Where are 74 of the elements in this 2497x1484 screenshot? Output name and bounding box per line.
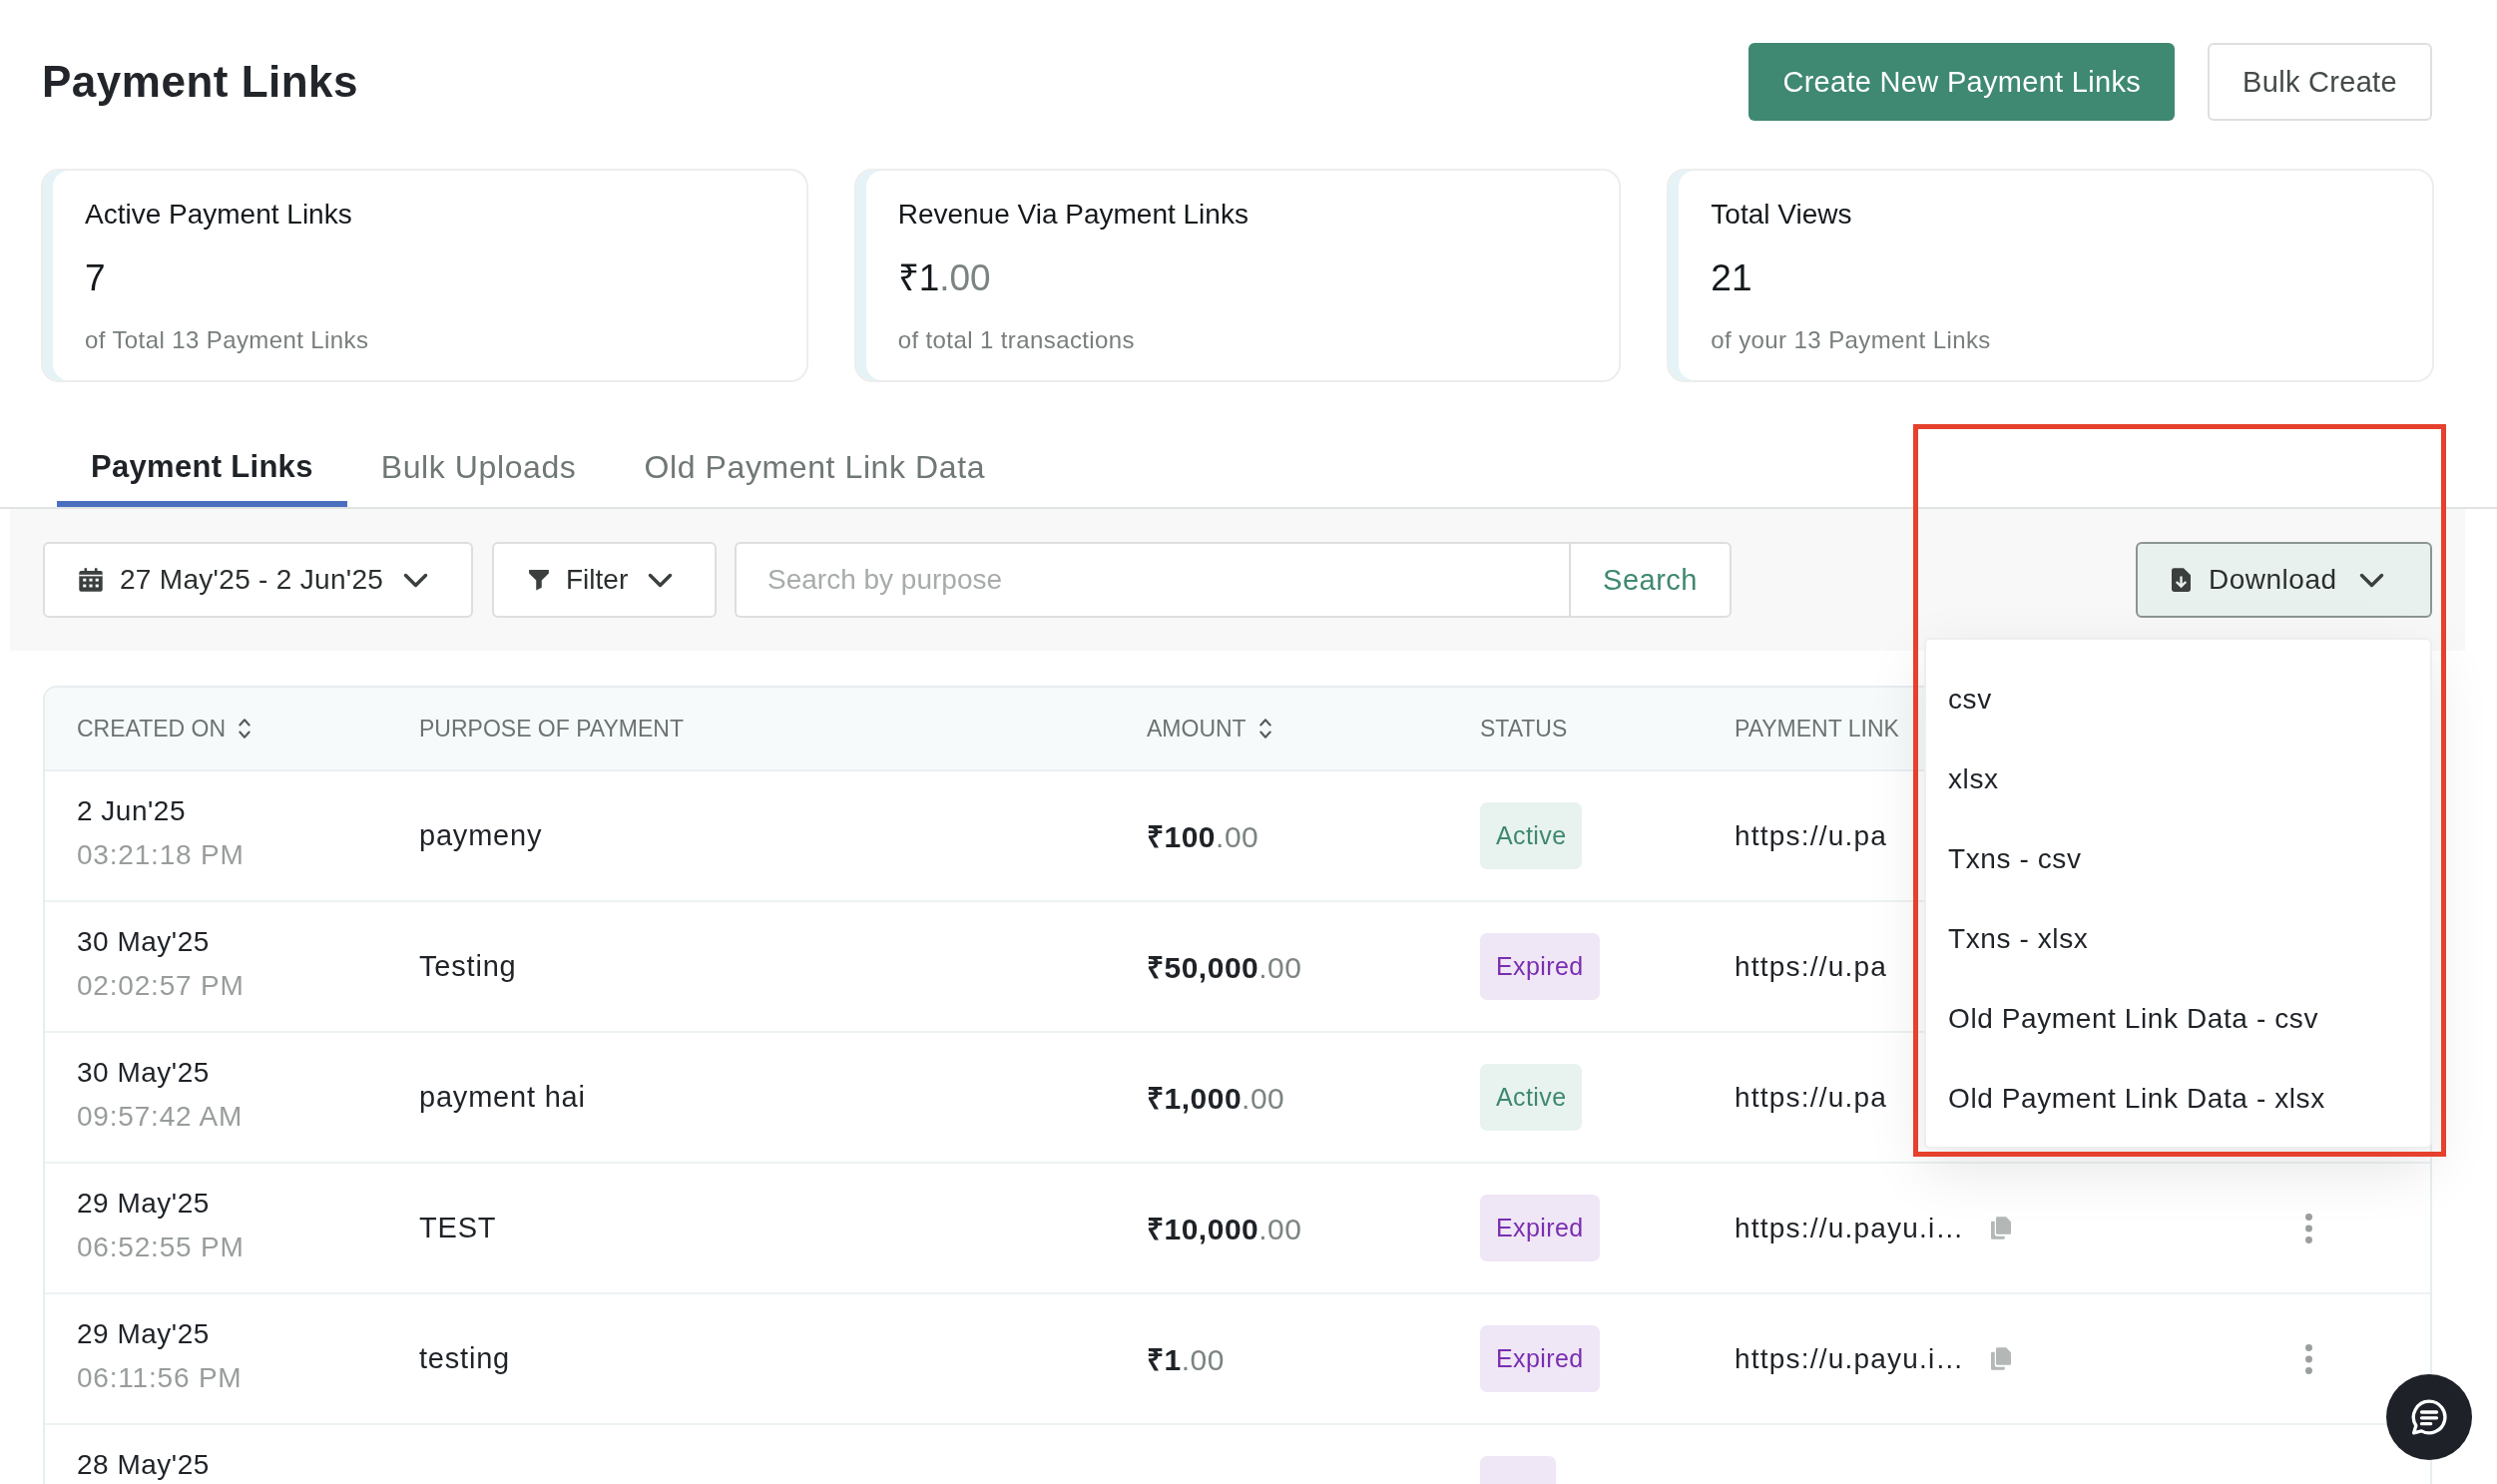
sort-icon[interactable] (1257, 717, 1272, 741)
card-caption: of your 13 Payment Links (1711, 325, 1991, 355)
purpose-text: TEST (419, 1212, 497, 1244)
search-button[interactable]: Search (1569, 542, 1732, 618)
column-header: PURPOSE OF PAYMENT (419, 715, 684, 742)
chevron-down-icon (2358, 572, 2384, 588)
link-text: https://u.pa (1735, 819, 1887, 852)
purpose-text: paymeny (419, 819, 543, 852)
time-text: 03:21:18 PM (77, 838, 245, 872)
amount-text: ₹100.00 (1147, 819, 1259, 855)
link-text: https://u.payu.i… (1735, 1212, 1965, 1244)
page-title: Payment Links (42, 57, 359, 107)
time-text: 06:11:56 PM (77, 1361, 243, 1395)
column-header: PAYMENT LINK (1735, 715, 1899, 742)
card-value: 21 (1711, 256, 1752, 300)
date-text: 29 May'25 (77, 1190, 210, 1218)
menu-item[interactable]: Old Payment Link Data - xlsx (1926, 1059, 2430, 1139)
time-text: 09:57:42 AM (77, 1100, 244, 1134)
more-options-icon[interactable] (2305, 1213, 2312, 1243)
card-title: Active Payment Links (85, 198, 352, 232)
date-text: 28 May'25 (77, 1451, 210, 1479)
amount-text: ₹1,000.00 (1147, 1081, 1285, 1117)
status-badge: Expired (1480, 1325, 1600, 1392)
sort-icon[interactable] (238, 717, 252, 741)
card-title: Revenue Via Payment Links (897, 198, 1248, 232)
link-text: https://u.pa (1735, 950, 1887, 983)
more-options-icon[interactable] (2305, 1343, 2312, 1374)
purpose-text: Testing (419, 950, 517, 983)
card-title: Total Views (1711, 198, 1852, 232)
link-text: https://u.pa (1735, 1081, 1887, 1114)
menu-item[interactable]: Txns - xlsx (1926, 899, 2430, 979)
copy-icon[interactable] (1990, 1347, 2011, 1370)
chat-bubble-icon (2409, 1397, 2449, 1437)
amount-text: ₹10,000.00 (1147, 1212, 1302, 1247)
amount-text: ₹50,000.00 (1147, 950, 1302, 986)
menu-item[interactable]: xlsx (1926, 740, 2430, 819)
date-range-picker[interactable]: 27 May'25 - 2 Jun'25 (43, 542, 473, 618)
chevron-down-icon (403, 572, 429, 588)
column-header: CREATED ON (77, 715, 227, 742)
date-text: 29 May'25 (77, 1320, 210, 1348)
purpose-text: testing (419, 1342, 511, 1375)
status-badge: Active (1480, 1064, 1583, 1131)
column-header: STATUS (1480, 715, 1568, 742)
card-value: ₹1.00 (897, 256, 991, 300)
time-text: 06:52:55 PM (77, 1231, 245, 1264)
filter-button[interactable]: Filter (492, 542, 717, 618)
download-button[interactable]: Download (2136, 542, 2432, 618)
date-text: 30 May'25 (77, 1059, 210, 1087)
card-caption: of Total 13 Payment Links (85, 325, 369, 355)
card-caption: of total 1 transactions (897, 325, 1135, 355)
calendar-icon (78, 567, 104, 593)
tab[interactable]: Bulk Uploads (346, 427, 611, 507)
menu-item[interactable]: csv (1926, 660, 2430, 740)
status-badge: Expired (1480, 1195, 1600, 1261)
chevron-down-icon (648, 572, 674, 588)
funnel-icon (528, 569, 550, 591)
create-link-button[interactable]: Create New Payment Links (1748, 43, 2175, 121)
menu-item[interactable]: Txns - csv (1926, 819, 2430, 899)
search-field[interactable]: Search by purpose (735, 542, 1569, 618)
status-badge: Active (1480, 802, 1583, 869)
status-badge: Expired (1480, 933, 1600, 1000)
file-download-icon (2172, 568, 2191, 592)
tab[interactable]: Old Payment Link Data (610, 427, 1020, 507)
card-value: 7 (85, 256, 106, 300)
amount-text: ₹1.00 (1147, 1342, 1225, 1378)
date-text: 30 May'25 (77, 928, 210, 956)
copy-icon[interactable] (1990, 1217, 2011, 1239)
purpose-text: payment hai (419, 1081, 586, 1114)
bulk-create-button[interactable]: Bulk Create (2208, 43, 2432, 121)
date-text: 2 Jun'25 (77, 797, 186, 825)
column-header: AMOUNT (1147, 715, 1247, 742)
link-text: https://u.payu.i… (1735, 1342, 1965, 1375)
menu-item[interactable]: Old Payment Link Data - csv (1926, 979, 2430, 1059)
time-text: 02:02:57 PM (77, 969, 245, 1003)
